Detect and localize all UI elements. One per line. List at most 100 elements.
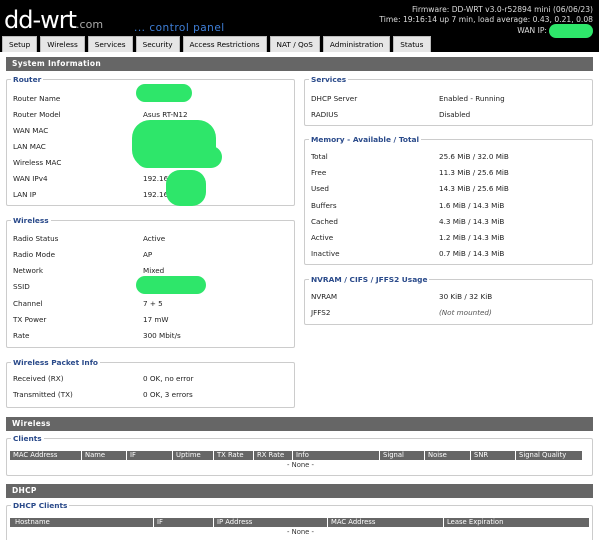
col-noise: Noise [425, 451, 471, 460]
channel-label: Channel [13, 299, 43, 308]
col-dhcp-if: IF [154, 518, 214, 527]
dhcp-server-label: DHCP Server [311, 94, 358, 103]
col-tx-rate: TX Rate [214, 451, 254, 460]
ip-redaction [166, 170, 206, 206]
tab-nat-qos[interactable]: NAT / QoS [269, 36, 320, 52]
nvram-label: NVRAM [311, 292, 338, 301]
ssid-label: SSID [13, 282, 30, 291]
logo[interactable]: dd-wrt.com [4, 6, 103, 34]
tab-services[interactable]: Services [87, 36, 133, 52]
memory-fieldset: Memory - Available / Total Total 25.6 Mi… [304, 135, 593, 265]
wireless-legend: Wireless [11, 216, 51, 225]
mem-cached-label: Cached [311, 217, 338, 226]
dhcp-clients-none: - None - [287, 528, 314, 536]
logo-text: dd-wrt [4, 6, 77, 34]
section-title-dhcp: DHCP [6, 484, 593, 498]
tx-power-label: TX Power [13, 315, 47, 324]
wireless-mac-label: Wireless MAC [13, 158, 62, 167]
logo-suffix: .com [76, 18, 104, 31]
mem-used-value: 14.3 MiB / 25.6 MiB [439, 184, 509, 193]
radius-label: RADIUS [311, 110, 339, 119]
jffs2-value: (Not mounted) [439, 308, 492, 317]
tab-setup[interactable]: Setup [2, 36, 38, 52]
rate-value: 300 Mbit/s [143, 331, 181, 340]
mem-free-label: Free [311, 168, 327, 177]
wireless-mac-redaction [136, 146, 222, 168]
rx-label: Received (RX) [13, 374, 64, 383]
mem-used-label: Used [311, 184, 329, 193]
nvram-fieldset: NVRAM / CIFS / JFFS2 Usage NVRAM 30 KiB … [304, 275, 593, 325]
lan-mac-label: LAN MAC [13, 142, 46, 151]
col-uptime: Uptime [173, 451, 214, 460]
col-lease-expiration: Lease Expiration [444, 518, 590, 527]
wan-ip-redaction [549, 24, 593, 38]
dhcp-clients-table-header: Hostname IF IP Address MAC Address Lease… [10, 518, 590, 527]
rx-value: 0 OK, no error [143, 374, 194, 383]
nvram-value: 30 KiB / 32 KiB [439, 292, 493, 301]
mem-inactive-label: Inactive [311, 249, 340, 258]
mem-cached-value: 4.3 MiB / 14.3 MiB [439, 217, 505, 226]
mem-active-label: Active [311, 233, 334, 242]
network-value: Mixed [143, 266, 165, 275]
wan-ip-label: WAN IP: [517, 26, 547, 35]
tab-security[interactable]: Security [135, 36, 180, 52]
router-name-redaction [136, 84, 192, 102]
col-signal-quality: Signal Quality [516, 451, 583, 460]
tab-wireless[interactable]: Wireless [40, 36, 85, 52]
col-snr: SNR [471, 451, 516, 460]
router-name-label: Router Name [13, 94, 61, 103]
col-info: Info [293, 451, 380, 460]
mem-total-label: Total [311, 152, 328, 161]
router-model-label: Router Model [13, 110, 61, 119]
tx-value: 0 OK, 3 errors [143, 390, 193, 399]
col-dhcp-mac-address: MAC Address [328, 518, 444, 527]
mem-total-value: 25.6 MiB / 32.0 MiB [439, 152, 509, 161]
nvram-legend: NVRAM / CIFS / JFFS2 Usage [309, 275, 430, 284]
rate-label: Rate [13, 331, 30, 340]
memory-legend: Memory - Available / Total [309, 135, 422, 144]
jffs2-label: JFFS2 [311, 308, 331, 317]
channel-value: 7 + 5 [143, 299, 163, 308]
router-legend: Router [11, 75, 44, 84]
firmware-version: Firmware: DD-WRT v3.0-r52894 mini (06/06… [411, 5, 593, 14]
wan-ipv4-label: WAN IPv4 [13, 174, 48, 183]
col-hostname: Hostname [10, 518, 154, 527]
section-title-system-information: System Information [6, 57, 593, 71]
tab-status[interactable]: Status [393, 36, 431, 52]
tab-access-restrictions[interactable]: Access Restrictions [182, 36, 267, 52]
mem-free-value: 11.3 MiB / 25.6 MiB [439, 168, 509, 177]
radio-status-value: Active [143, 234, 166, 243]
network-label: Network [13, 266, 44, 275]
mem-buffers-value: 1.6 MiB / 14.3 MiB [439, 201, 505, 210]
packet-info-fieldset: Wireless Packet Info Received (RX) 0 OK,… [6, 358, 295, 408]
radius-value: Disabled [439, 110, 471, 119]
lan-ip-label: LAN IP [13, 190, 37, 199]
col-signal: Signal [380, 451, 425, 460]
dhcp-server-value: Enabled - Running [439, 94, 505, 103]
mem-inactive-value: 0.7 MiB / 14.3 MiB [439, 249, 505, 258]
radio-status-label: Radio Status [13, 234, 59, 243]
mem-buffers-label: Buffers [311, 201, 337, 210]
section-title-wireless: Wireless [6, 417, 593, 431]
col-if: IF [127, 451, 173, 460]
radio-mode-label: Radio Mode [13, 250, 56, 259]
main-tabs: Setup Wireless Services Security Access … [2, 36, 431, 52]
uptime-text: Time: 19:16:14 up 7 min, load average: 0… [379, 14, 593, 24]
col-name: Name [82, 451, 127, 460]
tab-administration[interactable]: Administration [322, 36, 391, 52]
wireless-clients-legend: Clients [11, 434, 44, 443]
services-legend: Services [309, 75, 349, 84]
firmware-info: Firmware: DD-WRT v3.0-r52894 mini (06/06… [379, 5, 593, 38]
wireless-clients-none: - None - [287, 461, 314, 469]
radio-mode-value: AP [143, 250, 153, 259]
wan-mac-label: WAN MAC [13, 126, 49, 135]
tx-label: Transmitted (TX) [13, 390, 73, 399]
packet-info-legend: Wireless Packet Info [11, 358, 100, 367]
router-model-value: Asus RT-N12 [143, 110, 188, 119]
mem-active-value: 1.2 MiB / 14.3 MiB [439, 233, 505, 242]
tx-power-value: 17 mW [143, 315, 169, 324]
services-fieldset: Services DHCP Server Enabled - Running R… [304, 75, 593, 126]
col-ip-address: IP Address [214, 518, 328, 527]
dhcp-clients-legend: DHCP Clients [11, 501, 70, 510]
wireless-clients-table-header: MAC Address Name IF Uptime TX Rate RX Ra… [10, 451, 583, 460]
